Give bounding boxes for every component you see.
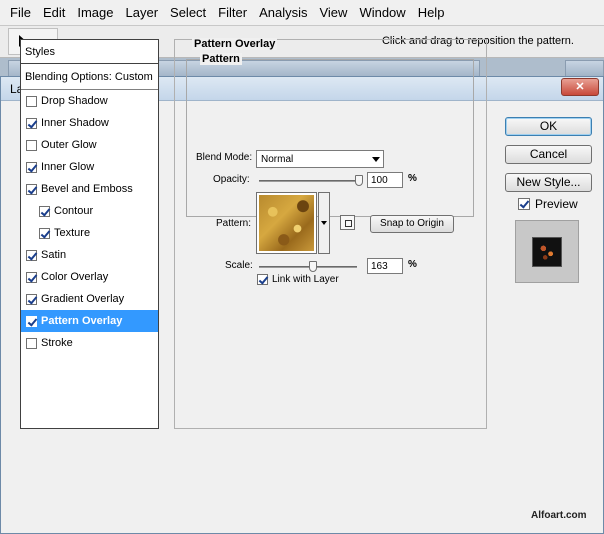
menu-filter[interactable]: Filter bbox=[212, 5, 253, 20]
style-checkbox[interactable] bbox=[39, 205, 50, 217]
cancel-button[interactable]: Cancel bbox=[505, 145, 592, 164]
scale-input[interactable]: 163 bbox=[367, 258, 403, 274]
style-checkbox[interactable] bbox=[26, 293, 37, 305]
style-item-label: Bevel and Emboss bbox=[41, 183, 133, 195]
style-item-inner-shadow[interactable]: Inner Shadow bbox=[21, 112, 158, 134]
new-preset-button[interactable] bbox=[340, 215, 355, 230]
style-item-bevel-and-emboss[interactable]: Bevel and Emboss bbox=[21, 178, 158, 200]
menu-analysis[interactable]: Analysis bbox=[253, 5, 313, 20]
chevron-down-icon bbox=[372, 157, 380, 162]
style-checkbox[interactable] bbox=[26, 337, 37, 349]
style-item-satin[interactable]: Satin bbox=[21, 244, 158, 266]
menu-view[interactable]: View bbox=[313, 5, 353, 20]
opacity-label: Opacity: bbox=[213, 174, 250, 185]
style-item-label: Color Overlay bbox=[41, 271, 109, 283]
link-with-layer-label: Link with Layer bbox=[272, 274, 339, 285]
menu-help[interactable]: Help bbox=[412, 5, 451, 20]
pattern-dropdown-button[interactable] bbox=[318, 192, 330, 254]
style-item-label: Outer Glow bbox=[41, 139, 97, 151]
style-item-label: Stroke bbox=[41, 337, 73, 349]
style-item-label: Drop Shadow bbox=[41, 95, 108, 107]
style-item-pattern-overlay[interactable]: Pattern Overlay bbox=[21, 310, 158, 332]
style-item-inner-glow[interactable]: Inner Glow bbox=[21, 156, 158, 178]
style-checkbox[interactable] bbox=[26, 117, 37, 129]
styles-list: Styles Blending Options: Custom Drop Sha… bbox=[20, 39, 159, 429]
style-item-label: Texture bbox=[54, 227, 91, 239]
link-with-layer-option[interactable]: Link with Layer bbox=[257, 274, 339, 285]
pattern-fieldset bbox=[186, 59, 474, 217]
menu-bar: File Edit Image Layer Select Filter Anal… bbox=[0, 0, 604, 26]
opacity-input[interactable]: 100 bbox=[367, 172, 403, 188]
pattern-picker[interactable] bbox=[256, 192, 317, 254]
scale-unit: % bbox=[408, 259, 417, 270]
style-item-stroke[interactable]: Stroke bbox=[21, 332, 158, 354]
close-icon: ✕ bbox=[575, 81, 585, 93]
style-item-label: Inner Shadow bbox=[41, 117, 109, 129]
blend-mode-select[interactable]: Normal bbox=[256, 150, 384, 168]
style-preview-swatch bbox=[532, 237, 562, 267]
style-preview-thumbnail bbox=[515, 220, 579, 283]
blend-mode-value: Normal bbox=[261, 154, 294, 165]
preview-label: Preview bbox=[535, 197, 578, 211]
new-style-button[interactable]: New Style... bbox=[505, 173, 592, 192]
ok-button[interactable]: OK bbox=[505, 117, 592, 136]
blend-mode-label: Blend Mode: bbox=[196, 152, 253, 163]
style-item-texture[interactable]: Texture bbox=[21, 222, 158, 244]
style-item-outer-glow[interactable]: Outer Glow bbox=[21, 134, 158, 156]
pattern-section-title: Pattern bbox=[200, 53, 242, 65]
scale-label: Scale: bbox=[225, 260, 253, 271]
opacity-unit: % bbox=[408, 173, 417, 184]
style-checkbox[interactable] bbox=[26, 139, 37, 151]
opacity-slider-thumb[interactable] bbox=[355, 175, 363, 186]
menu-image[interactable]: Image bbox=[71, 5, 119, 20]
style-item-contour[interactable]: Contour bbox=[21, 200, 158, 222]
style-item-label: Contour bbox=[54, 205, 94, 217]
opacity-slider-track[interactable] bbox=[259, 180, 363, 182]
style-checkbox[interactable] bbox=[26, 249, 37, 261]
style-checkbox[interactable] bbox=[26, 271, 37, 283]
menu-file[interactable]: File bbox=[4, 5, 37, 20]
gold-pattern-swatch bbox=[259, 195, 314, 251]
scale-slider-thumb[interactable] bbox=[309, 261, 317, 272]
style-item-color-overlay[interactable]: Color Overlay bbox=[21, 266, 158, 288]
style-item-label: Inner Glow bbox=[41, 161, 95, 173]
style-checkbox[interactable] bbox=[39, 227, 50, 239]
style-item-label: Gradient Overlay bbox=[41, 293, 125, 305]
watermark: Alfoart.com bbox=[531, 510, 587, 521]
style-item-drop-shadow[interactable]: Drop Shadow bbox=[21, 90, 158, 112]
scale-slider-track[interactable] bbox=[259, 266, 357, 268]
preview-option[interactable]: Preview bbox=[518, 197, 578, 211]
link-with-layer-checkbox[interactable] bbox=[257, 274, 268, 285]
style-checkbox[interactable] bbox=[26, 161, 37, 173]
menu-edit[interactable]: Edit bbox=[37, 5, 71, 20]
menu-select[interactable]: Select bbox=[164, 5, 212, 20]
styles-header[interactable]: Styles bbox=[21, 40, 158, 64]
close-button[interactable]: ✕ bbox=[561, 78, 599, 96]
panel-group-title: Pattern Overlay bbox=[192, 38, 278, 50]
menu-window[interactable]: Window bbox=[353, 5, 411, 20]
snap-to-origin-button[interactable]: Snap to Origin bbox=[370, 215, 454, 233]
menu-layer[interactable]: Layer bbox=[120, 5, 165, 20]
pattern-label: Pattern: bbox=[216, 218, 252, 229]
style-checkbox[interactable] bbox=[26, 315, 37, 327]
style-checkbox[interactable] bbox=[26, 183, 37, 195]
preview-checkbox[interactable] bbox=[518, 198, 530, 210]
style-item-label: Pattern Overlay bbox=[41, 315, 123, 327]
style-item-gradient-overlay[interactable]: Gradient Overlay bbox=[21, 288, 158, 310]
blending-options-item[interactable]: Blending Options: Custom bbox=[21, 64, 158, 90]
style-item-label: Satin bbox=[41, 249, 67, 261]
style-checkbox[interactable] bbox=[26, 95, 37, 107]
